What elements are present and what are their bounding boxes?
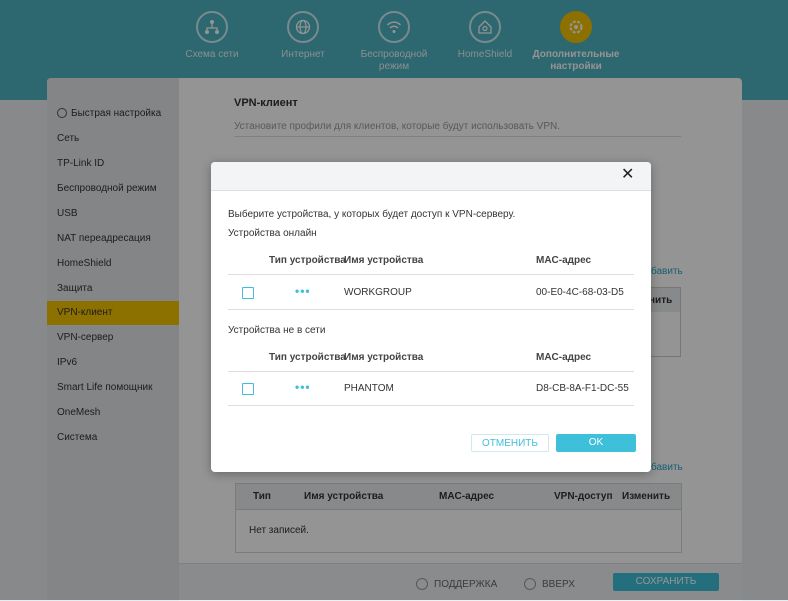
device-checkbox[interactable] [242,383,254,395]
online-col-type: Тип устройства [269,255,346,266]
divider [228,274,634,275]
select-devices-dialog: ✕ Выберите устройства, у которых будет д… [211,162,651,472]
offline-col-mac: MAC-адрес [536,352,592,363]
online-col-mac: MAC-адрес [536,255,592,266]
ok-button[interactable]: OK [556,434,636,452]
close-icon[interactable]: ✕ [621,167,634,183]
offline-devices-title: Устройства не в сети [228,325,326,336]
dialog-header [211,162,651,191]
divider [228,405,634,406]
offline-col-name: Имя устройства [344,352,424,363]
device-name: WORKGROUP [344,287,412,298]
divider [228,371,634,372]
device-mac: D8-CB-8A-F1-DC-55 [536,383,629,394]
device-name: PHANTOM [344,383,394,394]
device-type-icon: ••• [295,380,311,394]
device-type-icon: ••• [295,284,311,298]
offline-col-type: Тип устройства [269,352,346,363]
device-checkbox[interactable] [242,287,254,299]
device-mac: 00-E0-4C-68-03-D5 [536,287,624,298]
dialog-instruction: Выберите устройства, у которых будет дос… [228,209,516,220]
divider [228,309,634,310]
cancel-button[interactable]: ОТМЕНИТЬ [471,434,549,452]
online-devices-title: Устройства онлайн [228,228,317,239]
online-col-name: Имя устройства [344,255,424,266]
